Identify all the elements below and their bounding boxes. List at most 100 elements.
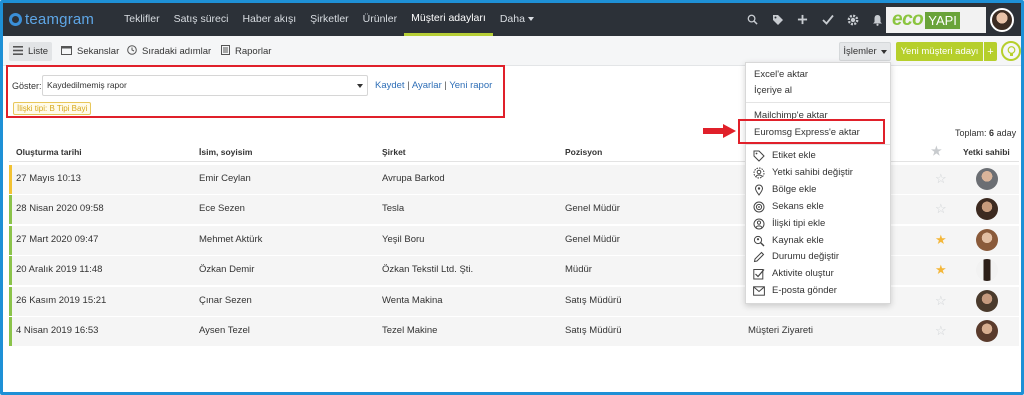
new-lead-plus-button[interactable]: + (984, 42, 997, 61)
header-company[interactable]: Şirket (382, 147, 406, 157)
cell-name[interactable]: Özkan Demir (199, 264, 254, 275)
link-separator: | (407, 80, 410, 91)
cell-company[interactable]: Yeşil Boru (382, 234, 424, 245)
owner-avatar[interactable] (976, 259, 998, 282)
top-nav: teamgram Teklifler Satış süreci Haber ak… (3, 3, 1021, 36)
cell-company[interactable]: Avrupa Barkod (382, 173, 445, 184)
settings-link[interactable]: Ayarlar (412, 80, 442, 91)
menu-item-6[interactable]: Kaynak ekle (772, 235, 824, 246)
cell-created-date: 27 Mayıs 10:13 (16, 173, 81, 184)
tab-liste-label: Liste (28, 46, 49, 57)
menu-item-5[interactable]: İlişki tipi ekle (772, 218, 825, 229)
menu-item-import[interactable]: İçeriye al (754, 85, 792, 96)
owner-avatar[interactable] (976, 289, 998, 312)
cell-created-date: 4 Nisan 2019 16:53 (16, 325, 99, 336)
gear-icon[interactable] (840, 3, 865, 36)
header-created-date[interactable]: Oluşturma tarihi (16, 147, 82, 157)
cell-position: Müdür (565, 264, 592, 276)
cell-company[interactable]: Wenta Makina (382, 295, 443, 306)
lightbulb-icon[interactable] (1001, 41, 1021, 61)
tag-icon[interactable] (765, 3, 790, 36)
logo[interactable]: teamgram (9, 11, 113, 28)
nav-item-satis-sureci[interactable]: Satış süreci (167, 3, 236, 36)
owner-avatar[interactable] (976, 198, 998, 221)
pencil-icon (752, 250, 766, 264)
cell-created-date: 28 Nisan 2020 09:58 (16, 203, 104, 215)
report-select[interactable]: Kaydedilmemiş rapor (42, 75, 368, 96)
menu-item-3[interactable]: Bölge ekle (772, 184, 816, 195)
clock-icon (127, 45, 137, 58)
header-star-icon[interactable]: ★ (931, 144, 942, 158)
caret-down-icon (357, 84, 363, 88)
tab-raporlar[interactable]: Raporlar (217, 42, 275, 61)
tab-siradaki-adimlar[interactable]: Sıradaki adımlar (123, 42, 215, 61)
cell-name[interactable]: Çınar Sezen (199, 295, 252, 306)
star-icon[interactable]: ☆ (935, 201, 947, 217)
map-pin-icon (752, 183, 766, 197)
menu-item-2[interactable]: Yetki sahibi değiştir (772, 167, 853, 178)
plus-icon[interactable] (790, 3, 815, 36)
actions-dropdown-menu: Excel'e aktar İçeriye al Mailchimp'e akt… (745, 62, 891, 304)
user-avatar[interactable] (990, 8, 1014, 32)
cell-company[interactable]: Özkan Tekstil Ltd. Şti. (382, 264, 473, 275)
owner-avatar[interactable] (976, 228, 998, 251)
menu-divider (746, 102, 890, 103)
header-owner[interactable]: Yetki sahibi (963, 147, 1010, 157)
nav-item-daha-label: Daha (499, 13, 525, 25)
nav-item-daha[interactable]: Daha (493, 3, 541, 36)
envelope-icon (752, 284, 766, 298)
cell-company[interactable]: Tesla (382, 203, 404, 214)
cell-position: Satış Müdürü (565, 294, 622, 306)
report-filter-panel: Göster: Kaydedilmemiş rapor Kaydet | Aya… (6, 65, 505, 118)
cell-name[interactable]: Aysen Tezel (199, 325, 250, 336)
cell-name[interactable]: Emir Ceylan (199, 173, 251, 184)
check-icon[interactable] (815, 3, 840, 36)
nav-item-haber-akisi[interactable]: Haber akışı (235, 3, 303, 36)
header-name[interactable]: İsim, soyisim (199, 147, 252, 157)
red-arrow-icon (703, 124, 736, 138)
report-links: Kaydet | Ayarlar | Yeni rapor (375, 80, 492, 91)
star-icon[interactable]: ☆ (935, 323, 947, 339)
total-count: Toplam: 6 aday (955, 128, 1016, 138)
logo-text: teamgram (25, 11, 95, 28)
owner-avatar[interactable] (976, 168, 998, 190)
cell-created-date: 27 Mart 2020 09:47 (16, 233, 99, 245)
menu-item-9[interactable]: E-posta gönder (772, 285, 837, 296)
menu-divider (746, 144, 890, 145)
new-report-link[interactable]: Yeni rapor (449, 80, 492, 91)
nav-item-musteri-adaylari[interactable]: Müşteri adayları (404, 3, 493, 36)
nav-item-sirketler[interactable]: Şirketler (303, 3, 356, 36)
table-row[interactable]: 4 Nisan 2019 16:53 Aysen Tezel Tezel Makin… (9, 317, 1019, 346)
menu-item-7[interactable]: Durumu değiştir (772, 251, 839, 262)
header-position[interactable]: Pozisyon (565, 147, 602, 157)
star-icon[interactable]: ★ (935, 232, 947, 248)
menu-item-1[interactable]: Etiket ekle (772, 150, 816, 161)
total-value: 6 (989, 128, 995, 138)
total-unit: aday (996, 128, 1017, 138)
highlight-box (738, 119, 885, 144)
nav-item-teklifler[interactable]: Teklifler (117, 3, 167, 36)
tab-liste[interactable]: Liste (9, 42, 53, 61)
menu-item-excel-export[interactable]: Excel'e aktar (754, 69, 808, 80)
cell-company[interactable]: Tezel Makine (382, 325, 437, 336)
caret-down-icon (527, 17, 534, 22)
cell-name[interactable]: Ece Sezen (199, 203, 245, 214)
brand-eco-text: eco (892, 9, 924, 30)
star-icon[interactable]: ☆ (935, 293, 947, 309)
tab-sekanslar[interactable]: Sekanslar (57, 42, 123, 61)
owner-avatar[interactable] (976, 320, 998, 342)
menu-item-8[interactable]: Aktivite oluştur (772, 268, 834, 279)
list-icon (13, 45, 23, 58)
cell-position: Satış Müdürü (565, 325, 622, 336)
islemler-button[interactable]: İşlemler (839, 42, 891, 61)
search-icon[interactable] (740, 3, 765, 36)
filter-tag[interactable]: İlişki tipi: B Tipi Bayi (13, 102, 92, 115)
islemler-label: İşlemler (843, 46, 877, 57)
new-lead-button[interactable]: Yeni müşteri adayı (896, 42, 983, 61)
cell-name[interactable]: Mehmet Aktürk (199, 234, 262, 245)
star-icon[interactable]: ☆ (935, 171, 947, 187)
nav-item-urunler[interactable]: Ürünler (356, 3, 404, 36)
save-report-link[interactable]: Kaydet (375, 80, 405, 91)
menu-item-4[interactable]: Sekans ekle (772, 201, 824, 212)
star-icon[interactable]: ★ (935, 262, 947, 278)
